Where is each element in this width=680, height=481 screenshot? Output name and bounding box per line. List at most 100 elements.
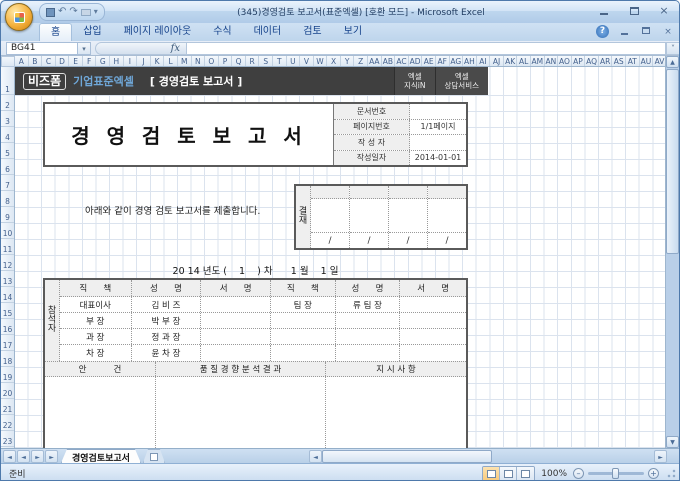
column-header[interactable]: Y — [341, 56, 355, 66]
insert-worksheet-tab[interactable] — [143, 449, 165, 463]
agenda-cell[interactable] — [326, 377, 466, 448]
formula-input[interactable] — [187, 41, 666, 55]
info-label[interactable]: 작 성 자 — [334, 135, 410, 150]
agenda-cell[interactable] — [45, 377, 156, 448]
zoom-slider[interactable] — [588, 468, 644, 479]
attendees-cell[interactable]: 김 비 즈 — [132, 297, 202, 312]
page-layout-view-button[interactable] — [500, 466, 518, 480]
approval-date-cell[interactable]: / — [311, 232, 349, 248]
row-header[interactable]: 7 — [1, 175, 14, 191]
attendees-cell[interactable] — [336, 345, 401, 361]
attendees-cell[interactable] — [400, 313, 466, 328]
first-sheet-button[interactable]: ◄ — [3, 449, 16, 463]
attendees-header-cell[interactable]: 직 책 — [60, 280, 132, 296]
attendees-cell[interactable]: 과 장 — [60, 329, 132, 344]
column-header[interactable]: G — [96, 56, 111, 66]
page-break-view-button[interactable] — [517, 466, 535, 480]
ribbon-tab[interactable]: 데이터 — [243, 23, 293, 41]
ribbon-tab[interactable]: 홈 — [39, 23, 73, 41]
row-header[interactable]: 14 — [1, 287, 14, 303]
sheet-tab-active[interactable]: 경영검토보고서 — [61, 449, 141, 463]
workbook-minimize-button[interactable] — [617, 26, 631, 38]
attendees-cell[interactable] — [271, 345, 336, 361]
column-header[interactable]: A — [15, 56, 29, 66]
row-header[interactable]: 2 — [1, 95, 14, 111]
approval-date-cell[interactable]: / — [350, 232, 388, 248]
approval-title-cell[interactable] — [389, 186, 427, 199]
attendees-cell[interactable]: 대표이사 — [60, 297, 132, 312]
row-header[interactable]: 12 — [1, 255, 14, 271]
scroll-down-icon[interactable]: ▼ — [666, 436, 679, 448]
approval-date-cell[interactable]: / — [389, 232, 427, 248]
office-button[interactable] — [5, 3, 33, 31]
horizontal-scroll-thumb[interactable] — [322, 450, 492, 463]
column-header[interactable]: M — [178, 56, 192, 66]
row-header[interactable]: 16 — [1, 319, 14, 335]
save-icon[interactable] — [46, 7, 55, 17]
column-header[interactable]: P — [219, 56, 233, 66]
column-header[interactable]: AT — [626, 56, 640, 66]
zoom-slider-thumb[interactable] — [612, 468, 619, 479]
column-header[interactable]: AJ — [490, 56, 504, 66]
ribbon-tab[interactable]: 페이지 레이아웃 — [113, 23, 203, 41]
qat-dropdown-icon[interactable]: ▾ — [94, 5, 98, 19]
ribbon-tab[interactable]: 검토 — [292, 23, 332, 41]
info-value[interactable]: 2014-01-01 — [410, 151, 466, 166]
attendees-cell[interactable] — [271, 313, 336, 328]
row-header[interactable]: 8 — [1, 191, 14, 207]
column-header[interactable]: AG — [450, 56, 464, 66]
attendees-header-cell[interactable]: 성 명 — [336, 280, 401, 296]
row-header[interactable]: 23 — [1, 431, 14, 447]
column-header[interactable]: AS — [612, 56, 627, 66]
vertical-scrollbar[interactable]: ▲ ▼ — [665, 56, 679, 448]
scroll-up-icon[interactable]: ▲ — [666, 56, 679, 68]
attendees-cell[interactable] — [400, 345, 466, 361]
row-header[interactable]: 1 — [1, 67, 14, 95]
attendees-side-label[interactable]: 참 석 자 — [45, 280, 60, 361]
attendees-cell[interactable]: 류 팀 장 — [336, 297, 401, 312]
info-label[interactable]: 작성일자 — [334, 150, 410, 165]
scroll-left-icon[interactable]: ◄ — [309, 450, 322, 463]
column-header[interactable]: AR — [599, 56, 613, 66]
column-header[interactable]: W — [314, 56, 328, 66]
column-header[interactable]: AH — [463, 56, 477, 66]
agenda-header-cell[interactable]: 품 질 경 향 분 석 결 과 — [156, 362, 326, 376]
column-header[interactable]: Z — [354, 56, 369, 66]
info-label[interactable]: 페이지번호 — [334, 119, 410, 134]
attendees-cell[interactable] — [201, 297, 271, 312]
column-header[interactable]: Q — [232, 56, 246, 66]
column-header[interactable]: I — [124, 56, 138, 66]
column-header[interactable]: H — [110, 56, 124, 66]
column-header[interactable]: L — [164, 56, 178, 66]
approval-title-cell[interactable] — [428, 186, 466, 199]
attendees-cell[interactable] — [201, 313, 271, 328]
column-header[interactable]: F — [83, 56, 97, 66]
column-header[interactable]: D — [56, 56, 70, 66]
row-header[interactable]: 21 — [1, 399, 14, 415]
agenda-cell[interactable] — [156, 377, 326, 448]
attendees-cell[interactable] — [336, 329, 401, 344]
attendees-cell[interactable]: 차 장 — [60, 345, 132, 361]
ribbon-tab[interactable]: 삽입 — [72, 23, 112, 41]
column-header[interactable]: R — [246, 56, 260, 66]
row-header[interactable]: 11 — [1, 239, 14, 255]
workbook-close-button[interactable]: × — [661, 27, 675, 37]
attendees-cell[interactable] — [400, 297, 466, 312]
column-header[interactable]: X — [327, 56, 341, 66]
column-header[interactable]: AQ — [585, 56, 599, 66]
column-header[interactable]: AL — [517, 56, 531, 66]
horizontal-scroll-track[interactable] — [492, 450, 654, 463]
approval-sign-cell[interactable] — [311, 199, 349, 232]
horizontal-scrollbar[interactable]: ◄ ► — [309, 450, 667, 463]
column-header[interactable]: C — [42, 56, 56, 66]
next-sheet-button[interactable]: ► — [31, 449, 44, 463]
row-header[interactable]: 6 — [1, 159, 14, 175]
column-header[interactable]: T — [273, 56, 287, 66]
undo-icon[interactable]: ↶ — [58, 5, 66, 19]
print-icon[interactable] — [80, 8, 91, 16]
row-header[interactable]: 5 — [1, 143, 14, 159]
column-header[interactable]: S — [259, 56, 273, 66]
minimize-button[interactable] — [595, 4, 613, 17]
column-header[interactable]: V — [300, 56, 314, 66]
zoom-in-button[interactable]: + — [648, 468, 659, 479]
